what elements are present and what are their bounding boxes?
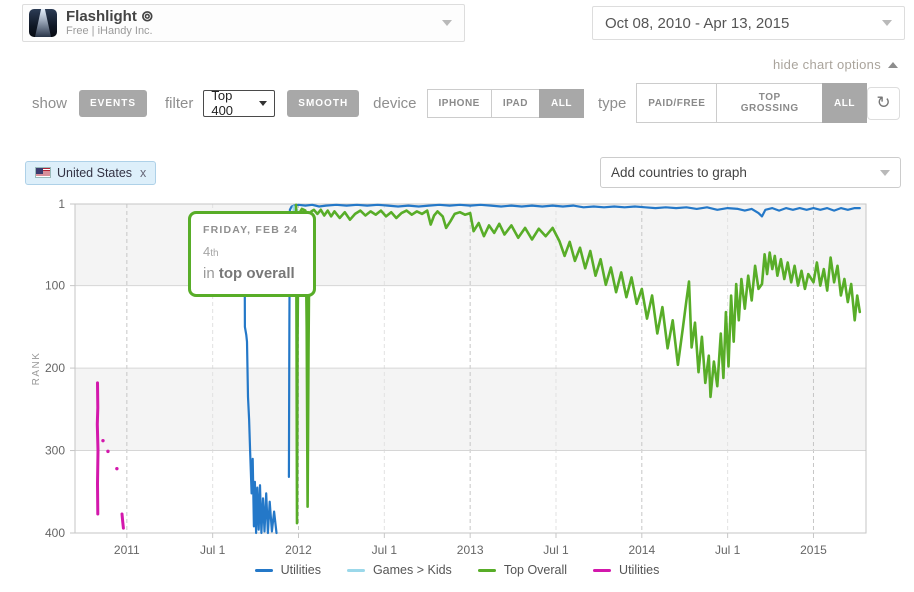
y-tick-label: 300: [45, 444, 65, 458]
legend-dash-icon: [347, 569, 365, 572]
legend-label: Games > Kids: [373, 563, 452, 577]
refresh-icon: ↻: [876, 93, 890, 113]
x-tick-label: 2014: [628, 543, 655, 557]
type-topgrossing-button[interactable]: TOP GROSSING: [716, 83, 823, 123]
chevron-down-icon: [442, 20, 452, 26]
app-selector-dropdown[interactable]: Flashlight ⊚ Free | iHandy Inc.: [22, 4, 465, 42]
series-utilities-3: [122, 514, 123, 528]
legend-dash-icon: [478, 569, 496, 572]
legend-label: Utilities: [619, 563, 659, 577]
x-tick-label: Jul 1: [543, 543, 569, 557]
tooltip-category: top overall: [219, 265, 295, 282]
chart-tooltip: FRIDAY, FEB 24 4th in top overall: [188, 211, 316, 297]
tooltip-rank-suffix: th: [210, 248, 218, 259]
events-button[interactable]: EVENTS: [79, 90, 147, 117]
device-all-button[interactable]: ALL: [539, 89, 584, 118]
show-label: show: [32, 95, 67, 112]
chart-options-toggle-row: hide chart options: [0, 42, 914, 77]
legend-dash-icon: [255, 569, 273, 572]
x-tick-label: 2013: [457, 543, 484, 557]
series-point: [101, 439, 104, 442]
add-countries-placeholder: Add countries to graph: [611, 165, 747, 180]
us-flag-icon: [35, 167, 51, 178]
y-tick-label: 100: [45, 279, 65, 293]
type-label: type: [598, 95, 626, 112]
rank-chart[interactable]: 2011 Jul 1 2012 Jul 1 2013 Jul 1 2014 Jul 1 2015…: [0, 191, 914, 592]
x-tick-label: 2015: [800, 543, 827, 557]
countries-row: United States x Add countries to graph: [0, 157, 914, 188]
chevron-up-icon: [888, 62, 898, 68]
refresh-button[interactable]: ↻: [867, 87, 900, 120]
country-tag-label: United States: [57, 166, 132, 180]
rank-history-page: Flashlight ⊚ Free | iHandy Inc. Oct 08, …: [0, 0, 914, 592]
series-point: [106, 450, 109, 453]
chevron-down-icon: [880, 170, 890, 176]
series-point: [115, 467, 118, 470]
app-title: Flashlight ⊚: [66, 8, 154, 25]
chevron-down-icon: [882, 20, 892, 26]
y-tick-label: 400: [45, 526, 65, 540]
add-countries-dropdown[interactable]: Add countries to graph: [600, 157, 901, 188]
legend-label: Top Overall: [504, 563, 567, 577]
rank-chart-plot[interactable]: 2011 Jul 1 2012 Jul 1 2013 Jul 1 2014 Jul 1 2015…: [0, 191, 914, 592]
remove-country-icon[interactable]: x: [140, 166, 146, 180]
legend-item-utilities-0[interactable]: Utilities: [255, 563, 321, 577]
chart-legend: Utilities Games > Kids Top Overall Utilitie…: [0, 563, 914, 577]
type-all-button[interactable]: ALL: [822, 83, 867, 123]
chart-options-toolbar: show EVENTS filter Top 400 SMOOTH device…: [0, 77, 914, 129]
legend-item-utilities-3[interactable]: Utilities: [593, 563, 659, 577]
chevron-down-icon: [259, 101, 267, 106]
device-label: device: [373, 95, 416, 112]
x-tick-label: Jul 1: [715, 543, 741, 557]
filter-select[interactable]: Top 400: [203, 90, 275, 117]
device-ipad-button[interactable]: IPAD: [491, 89, 540, 118]
y-axis-title: RANK: [31, 352, 42, 386]
y-tick-label: 200: [45, 361, 65, 375]
type-paidfree-button[interactable]: PAID/FREE: [636, 83, 717, 123]
app-subtitle: Free | iHandy Inc.: [66, 25, 154, 38]
x-tick-label: Jul 1: [200, 543, 226, 557]
legend-label: Utilities: [281, 563, 321, 577]
flashlight-app-icon: [29, 9, 57, 37]
x-tick-label: Jul 1: [372, 543, 398, 557]
x-tick-label: 2012: [285, 543, 312, 557]
device-segmented-control: IPHONE IPAD ALL: [427, 89, 584, 118]
tooltip-date: FRIDAY, FEB 24: [203, 224, 301, 236]
legend-dash-icon: [593, 569, 611, 572]
type-segmented-control: PAID/FREE TOP GROSSING ALL: [636, 83, 867, 123]
legend-item-games-kids-1[interactable]: Games > Kids: [347, 563, 452, 577]
device-iphone-button[interactable]: IPHONE: [427, 89, 492, 118]
series-utilities-3: [97, 383, 98, 514]
legend-item-top-overall-2[interactable]: Top Overall: [478, 563, 567, 577]
filter-label: filter: [165, 95, 193, 112]
country-tag-united-states[interactable]: United States x: [25, 161, 156, 185]
date-range-value: Oct 08, 2010 - Apr 13, 2015: [605, 15, 789, 32]
filter-select-value: Top 400: [211, 88, 253, 118]
y-tick-label: 1: [58, 197, 65, 211]
smooth-button[interactable]: SMOOTH: [287, 90, 359, 117]
top-bar: Flashlight ⊚ Free | iHandy Inc. Oct 08, …: [0, 0, 914, 42]
hide-chart-options-link[interactable]: hide chart options: [773, 57, 898, 72]
date-range-picker[interactable]: Oct 08, 2010 - Apr 13, 2015: [592, 6, 905, 40]
x-tick-label: 2011: [114, 543, 140, 557]
